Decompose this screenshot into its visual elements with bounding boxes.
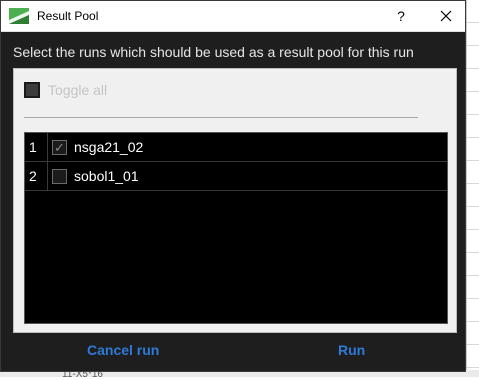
toggle-all-box[interactable] (24, 82, 40, 98)
runs-table[interactable]: 1 ✓ nsga21_02 2 sobol1_01 (24, 132, 448, 324)
background-window-edge (466, 0, 479, 377)
table-row[interactable]: 1 ✓ nsga21_02 (25, 133, 447, 162)
row-index: 2 (25, 162, 48, 191)
runs-panel: Toggle all 1 ✓ nsga21_02 2 sobol1_01 (13, 68, 457, 333)
window-title: Result Pool (37, 9, 99, 23)
app-logo-icon (9, 8, 29, 24)
instructions-text: Select the runs which should be used as … (13, 44, 414, 60)
divider (24, 117, 418, 118)
close-icon (440, 10, 452, 22)
run-button[interactable]: Run (338, 342, 365, 362)
checkmark-icon: ✓ (54, 140, 65, 155)
run-checkbox[interactable]: ✓ (52, 140, 67, 155)
table-row[interactable]: 2 sobol1_01 (25, 162, 447, 191)
run-checkbox[interactable] (52, 169, 67, 184)
toggle-all-label: Toggle all (48, 82, 108, 98)
result-pool-dialog: Result Pool ? Select the runs which shou… (0, 0, 466, 372)
run-name: sobol1_01 (74, 168, 139, 184)
run-name: nsga21_02 (74, 139, 144, 155)
close-button[interactable] (431, 1, 461, 31)
cancel-run-button[interactable]: Cancel run (87, 342, 159, 362)
row-index: 1 (25, 133, 48, 162)
title-bar[interactable]: Result Pool ? (1, 1, 465, 32)
help-button[interactable]: ? (387, 1, 415, 31)
